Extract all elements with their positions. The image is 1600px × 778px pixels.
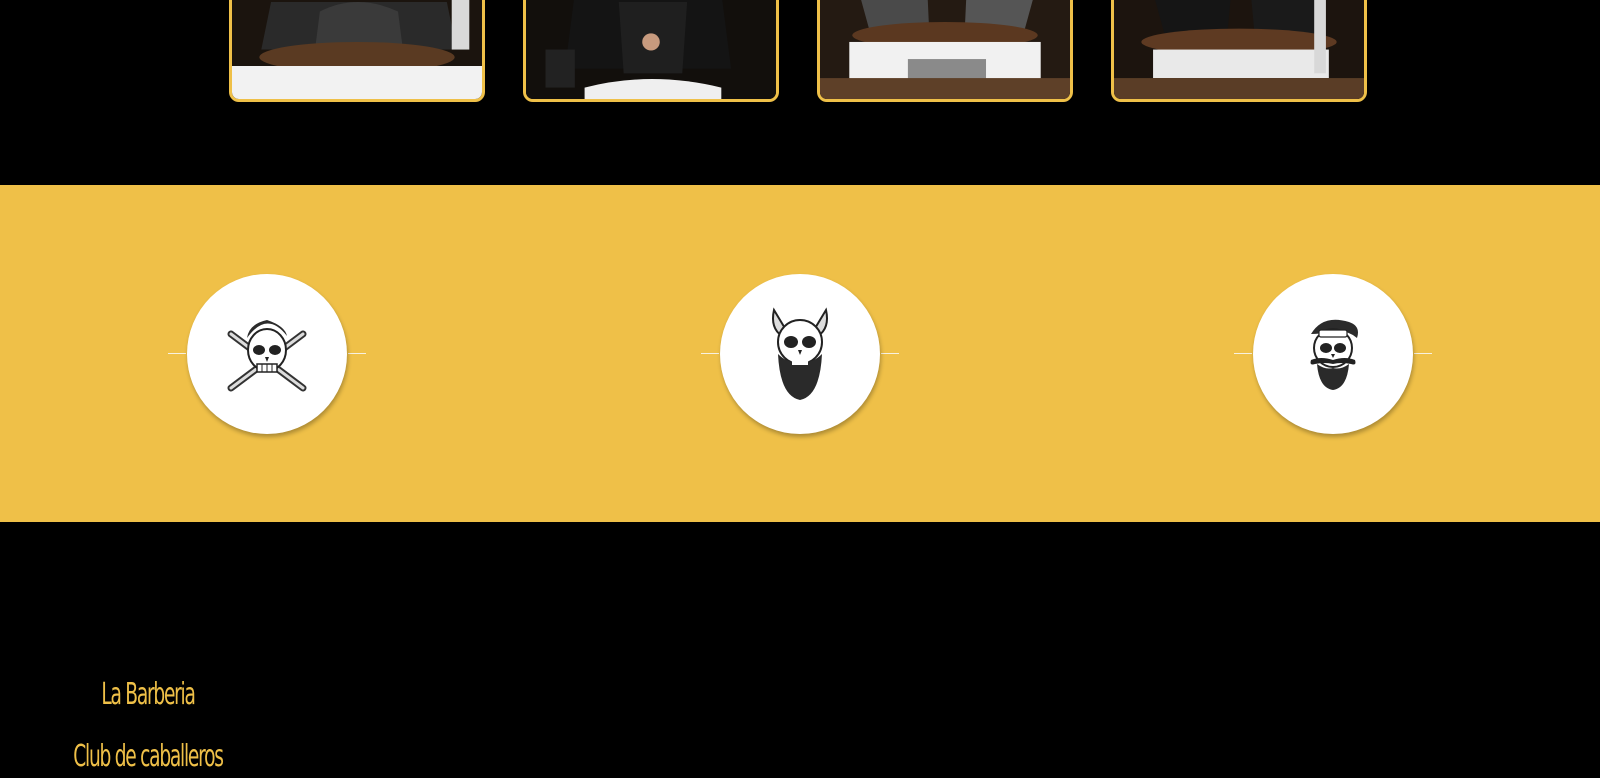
barber-card-4[interactable] [1111,0,1367,102]
footer-brand-line2[interactable]: Club de caballeros [56,742,240,772]
divider-line [701,353,719,354]
badge-3 [1234,274,1432,434]
footer-brand-line1[interactable]: La Barberia [56,680,240,710]
barber-photo-2 [526,0,776,99]
caption-strip [232,66,482,99]
badge-1 [168,274,366,434]
horned-bearded-skull-icon [720,274,880,434]
feature-band [0,185,1600,522]
skull-crossed-razors-icon [187,274,347,434]
badge-2 [701,274,899,434]
barber-photo-4 [1114,0,1364,99]
hipster-skull-mustache-icon [1253,274,1413,434]
barber-card-3[interactable] [817,0,1073,102]
divider-line [348,353,366,354]
barber-card-2[interactable] [523,0,779,102]
divider-line [168,353,186,354]
divider-line [881,353,899,354]
barber-card-1[interactable] [229,0,485,102]
barber-gallery [0,0,1600,106]
barber-photo-3 [820,0,1070,99]
divider-line [1414,353,1432,354]
divider-line [1234,353,1252,354]
